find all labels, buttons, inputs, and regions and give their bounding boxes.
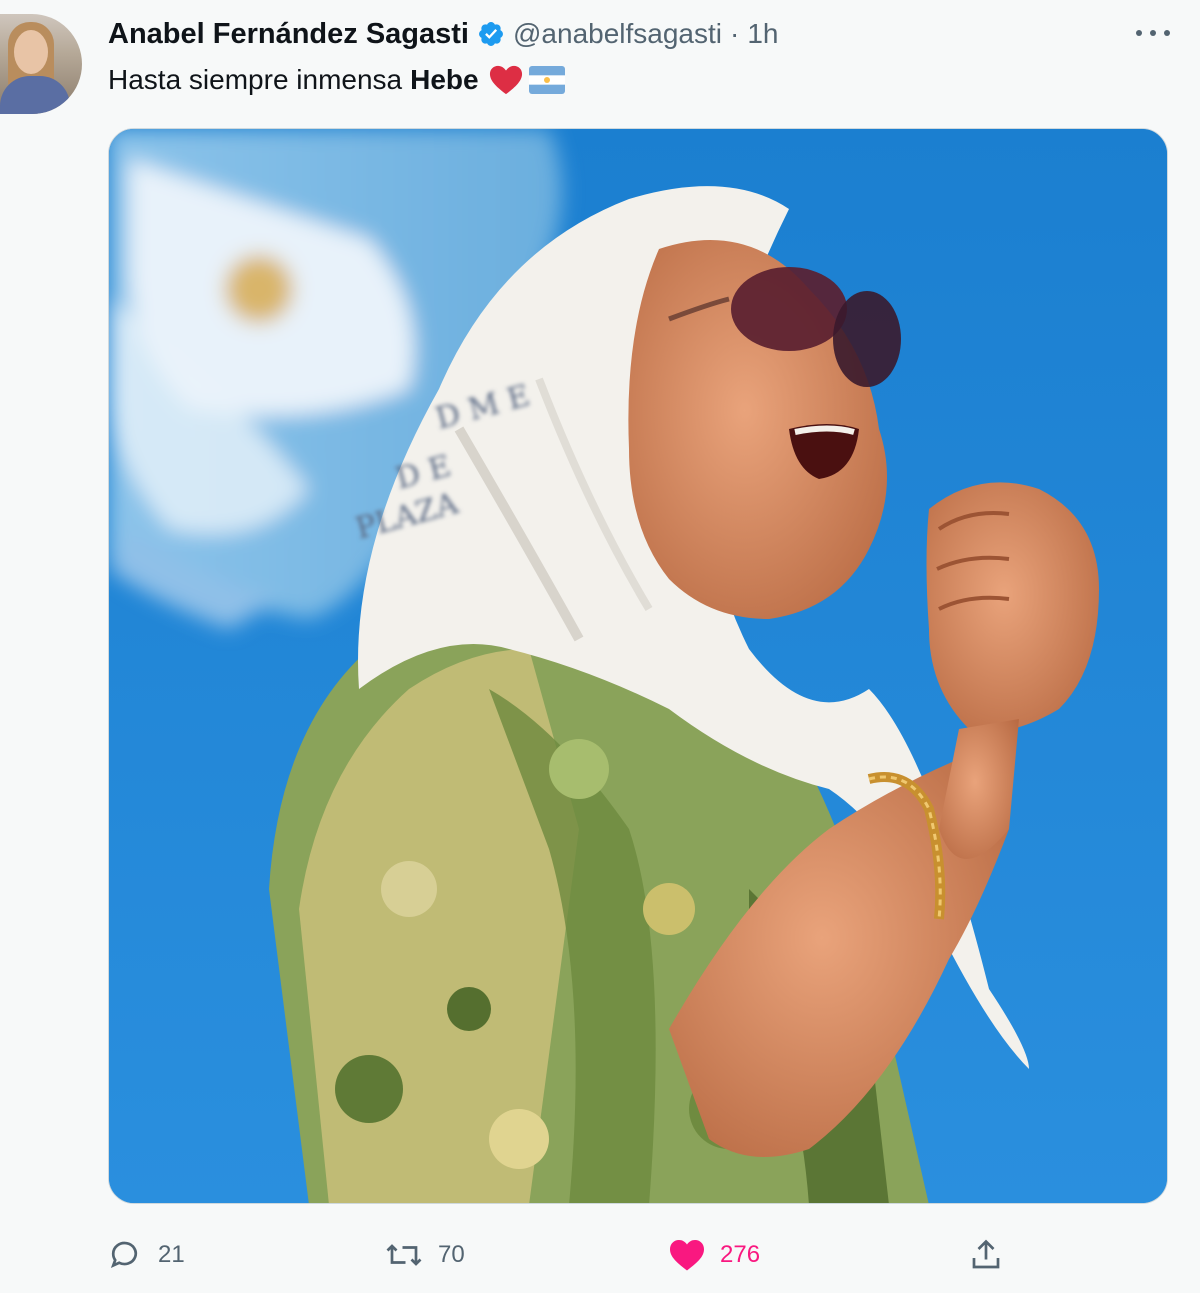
tweet-card[interactable]: Anabel Fernández Sagasti @anabelfsagasti… bbox=[0, 0, 1200, 1293]
tweet-text-bold: Hebe bbox=[410, 64, 479, 95]
more-icon[interactable] bbox=[1136, 26, 1170, 40]
author-handle[interactable]: @anabelfsagasti bbox=[513, 18, 722, 50]
red-heart-emoji-icon bbox=[489, 65, 522, 95]
separator-dot: · bbox=[730, 18, 740, 49]
verified-badge-icon bbox=[479, 22, 503, 46]
more-dot bbox=[1164, 30, 1170, 36]
tweet-text: Hasta siempre inmensa Hebe bbox=[108, 58, 565, 102]
avatar-shoulders bbox=[0, 76, 70, 114]
retweet-button[interactable]: 70 bbox=[384, 1230, 465, 1280]
more-dot bbox=[1136, 30, 1142, 36]
tweet-text-plain: Hasta siempre inmensa bbox=[108, 64, 403, 95]
tweet-header: Anabel Fernández Sagasti @anabelfsagasti… bbox=[108, 14, 779, 54]
more-dot bbox=[1150, 30, 1156, 36]
heart-filled-icon bbox=[670, 1240, 704, 1271]
argentina-flag-emoji-icon bbox=[528, 66, 565, 94]
tweet-photo[interactable]: D M E D E PLAZA bbox=[108, 128, 1168, 1204]
photo-illustration: D M E D E PLAZA bbox=[109, 129, 1167, 1203]
retweet-icon bbox=[386, 1244, 422, 1266]
retweet-count: 70 bbox=[438, 1241, 465, 1268]
like-button[interactable]: 276 bbox=[668, 1230, 760, 1280]
author-name[interactable]: Anabel Fernández Sagasti bbox=[108, 18, 469, 51]
share-icon bbox=[972, 1239, 1000, 1269]
avatar-face bbox=[14, 30, 48, 74]
avatar[interactable] bbox=[0, 14, 82, 114]
reply-button[interactable]: 21 bbox=[108, 1230, 185, 1280]
share-button[interactable] bbox=[968, 1230, 1004, 1280]
like-count: 276 bbox=[720, 1241, 761, 1268]
action-bar: 21 70 276 bbox=[108, 1230, 1008, 1280]
reply-count: 21 bbox=[158, 1241, 185, 1268]
timestamp[interactable]: 1h bbox=[747, 18, 778, 50]
reply-icon bbox=[110, 1241, 138, 1269]
